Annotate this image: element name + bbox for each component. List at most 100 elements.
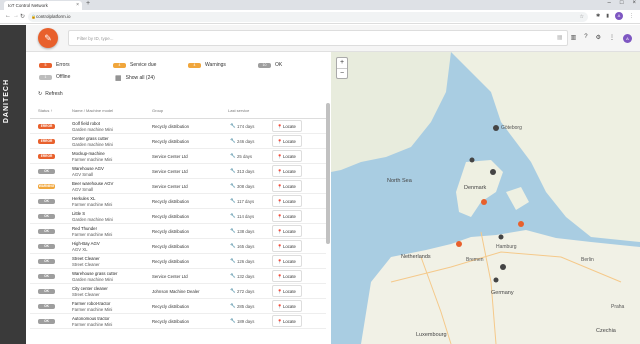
location-pin-icon: 📍 — [277, 319, 283, 324]
browser-tab[interactable]: IoT Control Network × — [4, 1, 82, 10]
offline-label: Offline — [56, 74, 71, 80]
locate-button[interactable]: 📍 Locate — [272, 135, 302, 147]
locate-button[interactable]: 📍 Locate — [272, 285, 302, 297]
status-badge: WARNING — [38, 184, 55, 189]
table-scrollbar[interactable] — [326, 103, 330, 244]
user-avatar[interactable]: A — [623, 34, 632, 43]
zoom-out-button[interactable]: − — [337, 69, 347, 80]
map-marker-error[interactable] — [481, 199, 487, 205]
table-row[interactable]: ERROR Mockup-machine Farmer machine Mini Se… — [30, 149, 326, 164]
col-name[interactable]: Name / Machine model — [72, 108, 113, 113]
legend-warnings[interactable]: 4 Warnings — [188, 62, 226, 68]
profile-avatar[interactable]: A — [615, 12, 623, 20]
last-service: 313 days — [237, 169, 255, 174]
wrench-icon: 🔧 — [230, 228, 236, 233]
locate-button[interactable]: 📍 Locate — [272, 120, 302, 132]
apps-icon[interactable]: ⋮ — [609, 34, 615, 43]
table-row[interactable]: ERROR Center grass cutter Garden machine M… — [30, 134, 326, 149]
machine-group: Recycly distribution — [152, 319, 190, 324]
show-all-button[interactable]: ▦ Show all (24) — [115, 74, 155, 82]
table-row[interactable]: OK City center cleaner Street Cleaner Johns… — [30, 284, 326, 299]
machine-model: Garden machine Mini — [72, 142, 113, 147]
col-group[interactable]: Group — [152, 108, 163, 113]
status-badge: OK — [38, 274, 55, 279]
url-field[interactable]: 🔒 controlplatform.io ☆ — [28, 12, 588, 22]
settings-icon[interactable]: ⚙ — [596, 34, 601, 43]
bookmark-icon[interactable]: ☆ — [580, 12, 584, 22]
grid-view-icon[interactable]: ▦ — [557, 34, 563, 43]
locate-button[interactable]: 📍 Locate — [272, 255, 302, 267]
machine-name: City center cleaner — [72, 286, 108, 291]
minimize-icon[interactable]: – — [608, 0, 611, 6]
table-row[interactable]: OK Warehouse grass cutter Garden machine M… — [30, 269, 326, 284]
errors-count-badge: 5 — [39, 62, 52, 68]
machine-name: High-Bay AGV — [72, 241, 100, 246]
location-pin-icon: 📍 — [277, 139, 283, 144]
window-controls: – □ × — [608, 0, 636, 6]
locate-button[interactable]: 📍 Locate — [272, 225, 302, 237]
back-icon[interactable]: ← — [5, 13, 11, 19]
table-row[interactable]: OK High-Bay AGV AGV XL Recycly distribution… — [30, 239, 326, 254]
table-row[interactable]: OK Farmer robot-tractor Farmer machine Min… — [30, 299, 326, 314]
legend-errors[interactable]: 5 Errors — [39, 62, 70, 68]
close-window-icon[interactable]: × — [632, 0, 636, 6]
table-row[interactable]: OK Herkules XL Farmer machine Mini Recycly … — [30, 194, 326, 209]
menu-icon[interactable]: ⋮ — [629, 13, 634, 19]
table-row[interactable]: OK Street Cleaner Street Cleaner Recycly di… — [30, 254, 326, 269]
map-marker-error[interactable] — [456, 241, 462, 247]
map-marker[interactable] — [500, 264, 506, 270]
table-row[interactable]: OK Red Thunder Farmer machine Mini Recycly … — [30, 224, 326, 239]
map-label-berlin: Berlin — [581, 257, 594, 263]
close-tab-icon[interactable]: × — [76, 2, 79, 8]
legend-ok[interactable]: 10 OK — [258, 62, 282, 68]
locate-button[interactable]: 📍 Locate — [272, 180, 302, 192]
maximize-icon[interactable]: □ — [620, 0, 624, 6]
machine-name: Beer warehouse AGV — [72, 181, 114, 186]
locate-button[interactable]: 📍 Locate — [272, 315, 302, 327]
locate-button[interactable]: 📍 Locate — [272, 270, 302, 282]
map-marker-error[interactable] — [518, 221, 524, 227]
zealand-land — [506, 187, 529, 210]
col-last-service[interactable]: Last service — [228, 108, 249, 113]
table-row[interactable]: WARNING Beer warehouse AGV AGV Small Servic… — [30, 179, 326, 194]
machine-model: Farmer machine Mini — [72, 232, 113, 237]
refresh-button[interactable]: ↻ Refresh — [38, 91, 63, 97]
table-row[interactable]: OK Autonomous tractor Farmer machine Mini R… — [30, 314, 326, 329]
map-marker[interactable] — [493, 125, 499, 131]
machine-group: Johnson Machine Dealer — [152, 289, 200, 294]
table-row[interactable]: OK Warehouse AGV AGV Small Service Center L… — [30, 164, 326, 179]
locate-button[interactable]: 📍 Locate — [272, 210, 302, 222]
split-view-icon[interactable]: ▥ — [571, 34, 577, 43]
edit-button[interactable]: ✎ — [38, 28, 58, 48]
map-view[interactable]: + − Göteborg North Sea Denmark Hamburg B… — [331, 52, 640, 344]
machine-model: Garden machine Mini — [72, 127, 113, 132]
locate-button[interactable]: 📍 Locate — [272, 240, 302, 252]
locate-button[interactable]: 📍 Locate — [272, 150, 302, 162]
forward-icon[interactable]: → — [13, 13, 19, 19]
legend-service-due[interactable]: 4 Service due — [113, 62, 156, 68]
filter-input[interactable]: Filter by ID, type... — [68, 30, 568, 46]
map-marker[interactable] — [493, 277, 499, 283]
map-marker[interactable] — [469, 157, 475, 163]
wrench-icon: 🔧 — [230, 183, 236, 188]
machine-name: Little S — [72, 211, 86, 216]
reload-icon[interactable]: ↻ — [20, 13, 25, 20]
location-pin-icon: 📍 — [277, 184, 283, 189]
extensions-icon[interactable]: ✱ — [596, 13, 600, 19]
col-status[interactable]: Status ↑ — [38, 108, 52, 113]
legend-offline[interactable]: 1 Offline — [39, 74, 70, 80]
machine-group: Recycly distribution — [152, 139, 190, 144]
locate-button[interactable]: 📍 Locate — [272, 195, 302, 207]
table-row[interactable]: ERROR Golf field robot Garden machine Mini… — [30, 119, 326, 134]
map-marker[interactable] — [490, 169, 496, 175]
machine-table: Status ↑ Name / Machine model Group Last… — [30, 103, 326, 329]
warnings-label: Warnings — [205, 62, 226, 68]
locate-button[interactable]: 📍 Locate — [272, 165, 302, 177]
zoom-in-button[interactable]: + — [337, 58, 347, 69]
locate-button[interactable]: 📍 Locate — [272, 300, 302, 312]
new-tab-icon[interactable]: + — [86, 0, 90, 7]
table-row[interactable]: OK Little S Garden machine Mini Recycly dis… — [30, 209, 326, 224]
map-marker[interactable] — [498, 234, 504, 240]
help-icon[interactable]: ? — [584, 34, 587, 43]
sidepanel-icon[interactable]: ▮ — [606, 13, 609, 19]
